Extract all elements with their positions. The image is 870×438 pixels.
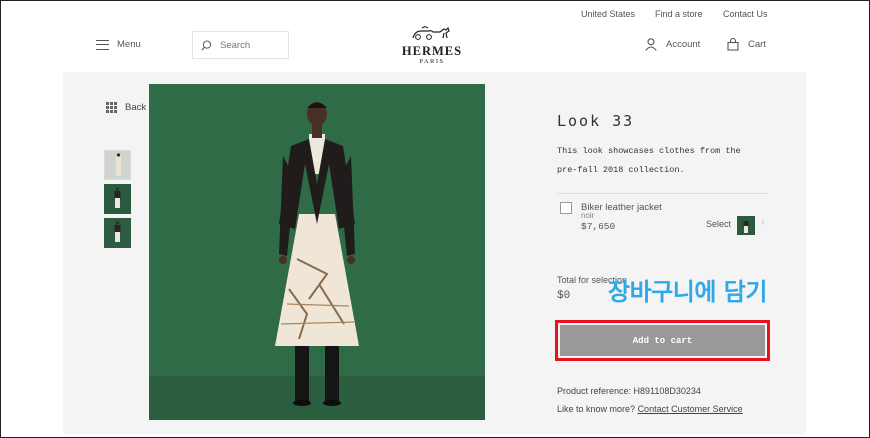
brand-subtitle: PARIS: [419, 58, 445, 65]
total-value: $0: [557, 290, 571, 302]
search-input[interactable]: Search: [192, 31, 289, 59]
look-description: This look showcases clothes from the pre…: [557, 146, 741, 175]
thumbnail-2[interactable]: [104, 184, 131, 214]
menu-icon: [96, 39, 109, 50]
search-icon: [201, 39, 212, 51]
carriage-logo-icon: [412, 25, 450, 40]
account-label: Account: [666, 39, 701, 50]
item-checkbox[interactable]: [560, 202, 572, 214]
add-to-cart-button[interactable]: Add to cart: [560, 325, 765, 356]
grid-icon: [106, 102, 117, 113]
link-united-states[interactable]: United States: [581, 9, 635, 19]
link-find-store[interactable]: Find a store: [655, 9, 703, 19]
cart-icon: [727, 38, 739, 51]
item-color: noir: [581, 211, 595, 220]
product-reference: Product reference: H891108D30234: [557, 386, 701, 396]
menu-button[interactable]: Menu: [96, 39, 141, 50]
item-price: $7,650: [581, 221, 616, 232]
help-prompt: Like to know more?: [557, 404, 636, 414]
select-item-thumbnail[interactable]: [737, 216, 755, 235]
back-label: Back: [125, 102, 147, 113]
divider: [557, 193, 767, 194]
contact-customer-service-link[interactable]: Contact Customer Service: [638, 404, 743, 414]
brand-name: HERMES: [401, 44, 463, 58]
look-title: Look 33: [557, 112, 635, 130]
link-contact-us[interactable]: Contact Us: [723, 9, 768, 19]
product-image[interactable]: [149, 84, 485, 420]
account-button[interactable]: Account: [645, 38, 700, 51]
help-text: Like to know more? Contact Customer Serv…: [557, 404, 743, 414]
back-button[interactable]: Back: [106, 102, 146, 113]
search-placeholder: Search: [220, 39, 251, 51]
model-illustration: [149, 84, 485, 420]
brand-logo[interactable]: HERMES PARIS: [398, 25, 466, 65]
cart-label: Cart: [748, 39, 766, 50]
account-icon: [645, 38, 657, 51]
menu-label: Menu: [117, 39, 141, 50]
select-label[interactable]: Select: [706, 219, 731, 229]
chevron-right-icon[interactable]: ›: [761, 217, 764, 228]
thumbnail-3[interactable]: [104, 218, 131, 248]
thumbnail-1[interactable]: [104, 150, 131, 180]
cart-button[interactable]: Cart: [727, 38, 766, 51]
korean-annotation: 장바구니에 담기: [608, 278, 767, 306]
